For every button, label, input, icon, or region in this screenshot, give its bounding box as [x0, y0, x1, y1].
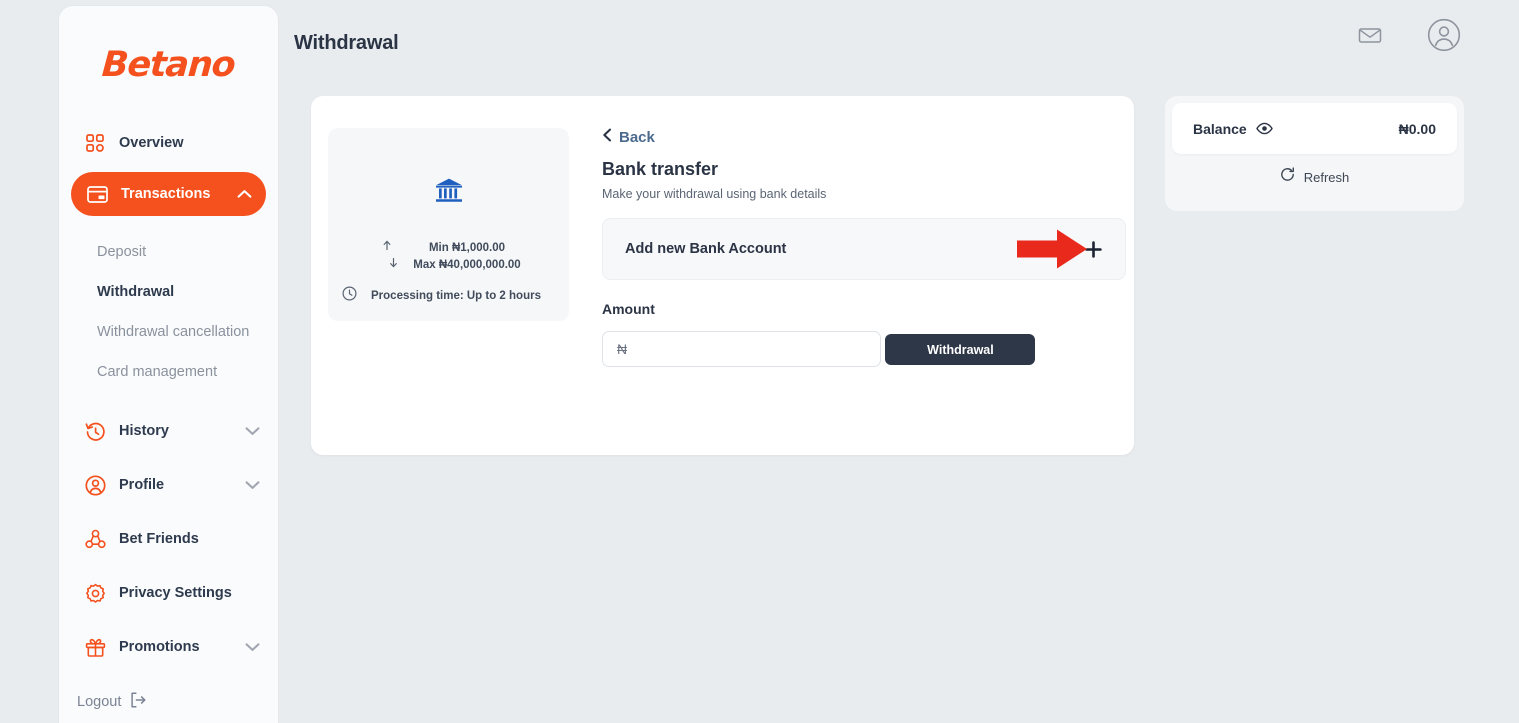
refresh-label: Refresh — [1304, 170, 1350, 185]
back-button[interactable]: Back — [602, 128, 655, 146]
chevron-down-icon — [245, 480, 260, 490]
sidebar-subitem-label: Card management — [97, 364, 217, 380]
chevron-up-icon — [237, 189, 252, 199]
sidebar-item-label: Overview — [119, 135, 184, 151]
sidebar-item-deposit[interactable]: Deposit — [59, 232, 278, 272]
sidebar-subnav-transactions: Deposit Withdrawal Withdrawal cancellati… — [59, 222, 278, 396]
sidebar-subitem-label: Withdrawal — [97, 284, 174, 300]
mail-icon[interactable] — [1357, 22, 1383, 48]
gift-icon — [83, 635, 107, 659]
sidebar-nav: Overview Transactions — [59, 124, 278, 666]
method-info-panel: Min ₦1,000.00 Max ₦40,000,000.00 Process… — [328, 128, 569, 321]
add-bank-account-label: Add new Bank Account — [625, 241, 786, 257]
amount-label: Amount — [602, 301, 1126, 317]
back-label: Back — [619, 129, 655, 146]
up-down-arrows-icon — [382, 239, 399, 274]
balance-value: ₦0.00 — [1399, 121, 1436, 137]
sidebar-item-withdrawal[interactable]: Withdrawal — [59, 272, 278, 312]
grid-icon — [83, 131, 107, 155]
refresh-button[interactable]: Refresh — [1165, 154, 1464, 200]
balance-row: Balance ₦0.00 — [1172, 103, 1457, 154]
amount-input[interactable] — [602, 331, 881, 367]
red-arrow-icon — [1015, 226, 1089, 272]
page-title: Withdrawal — [294, 32, 399, 55]
clock-icon — [342, 286, 357, 306]
plus-icon[interactable] — [1084, 240, 1103, 259]
max-limit-label: Max ₦40,000,000.00 — [413, 257, 520, 274]
eye-icon[interactable] — [1256, 122, 1273, 135]
processing-time-label: Processing time: Up to 2 hours — [371, 290, 541, 302]
account-icon[interactable] — [1427, 18, 1461, 52]
sidebar-item-transactions[interactable]: Transactions — [71, 172, 266, 216]
sidebar-item-history[interactable]: History — [77, 412, 266, 450]
sidebar-item-label: Profile — [119, 477, 164, 493]
sidebar-item-promotions[interactable]: Promotions — [77, 628, 266, 666]
card-icon — [85, 182, 109, 206]
sidebar-item-withdrawal-cancellation[interactable]: Withdrawal cancellation — [59, 312, 278, 352]
gear-icon — [83, 581, 107, 605]
method-title: Bank transfer — [602, 159, 1126, 180]
bank-icon — [434, 176, 464, 211]
balance-card: Balance ₦0.00 Refresh — [1165, 96, 1464, 211]
brand-logo-text: Betano — [101, 45, 236, 85]
limits-row: Min ₦1,000.00 Max ₦40,000,000.00 — [376, 239, 520, 274]
sidebar-item-label: Privacy Settings — [119, 585, 232, 601]
history-icon — [83, 419, 107, 443]
sidebar: Betano Overview — [59, 6, 278, 723]
logout-label: Logout — [77, 694, 121, 710]
sidebar-subitem-label: Deposit — [97, 244, 146, 260]
sidebar-item-label: Bet Friends — [119, 531, 199, 547]
processing-time-row: Processing time: Up to 2 hours — [328, 286, 569, 306]
sidebar-item-overview[interactable]: Overview — [77, 124, 266, 162]
sidebar-item-profile[interactable]: Profile — [77, 466, 266, 504]
bet-friends-icon — [83, 527, 107, 551]
sidebar-item-label: Transactions — [121, 186, 210, 202]
logout-button[interactable]: Logout — [77, 691, 147, 713]
chevron-left-icon — [602, 128, 612, 146]
profile-icon — [83, 473, 107, 497]
sidebar-item-label: History — [119, 423, 169, 439]
logout-icon — [129, 691, 147, 713]
chevron-down-icon — [245, 642, 260, 652]
sidebar-item-privacy-settings[interactable]: Privacy Settings — [77, 574, 266, 612]
min-limit-label: Min ₦1,000.00 — [413, 240, 520, 257]
withdrawal-card: Min ₦1,000.00 Max ₦40,000,000.00 Process… — [311, 96, 1134, 455]
sidebar-item-bet-friends[interactable]: Bet Friends — [77, 520, 266, 558]
page-root: Betano Overview — [0, 0, 1519, 723]
sidebar-item-label: Promotions — [119, 639, 200, 655]
withdrawal-submit-button[interactable]: Withdrawal — [885, 334, 1035, 365]
brand-logo[interactable]: Betano — [59, 6, 278, 124]
method-subtitle: Make your withdrawal using bank details — [602, 187, 1126, 201]
header-actions — [1357, 18, 1461, 52]
refresh-icon — [1280, 167, 1295, 187]
sidebar-item-card-management[interactable]: Card management — [59, 352, 278, 392]
chevron-down-icon — [245, 426, 260, 436]
add-bank-account-button[interactable]: Add new Bank Account — [602, 218, 1126, 280]
balance-label: Balance — [1193, 121, 1247, 137]
method-detail: Back Bank transfer Make your withdrawal … — [602, 128, 1126, 367]
sidebar-subitem-label: Withdrawal cancellation — [97, 324, 249, 340]
